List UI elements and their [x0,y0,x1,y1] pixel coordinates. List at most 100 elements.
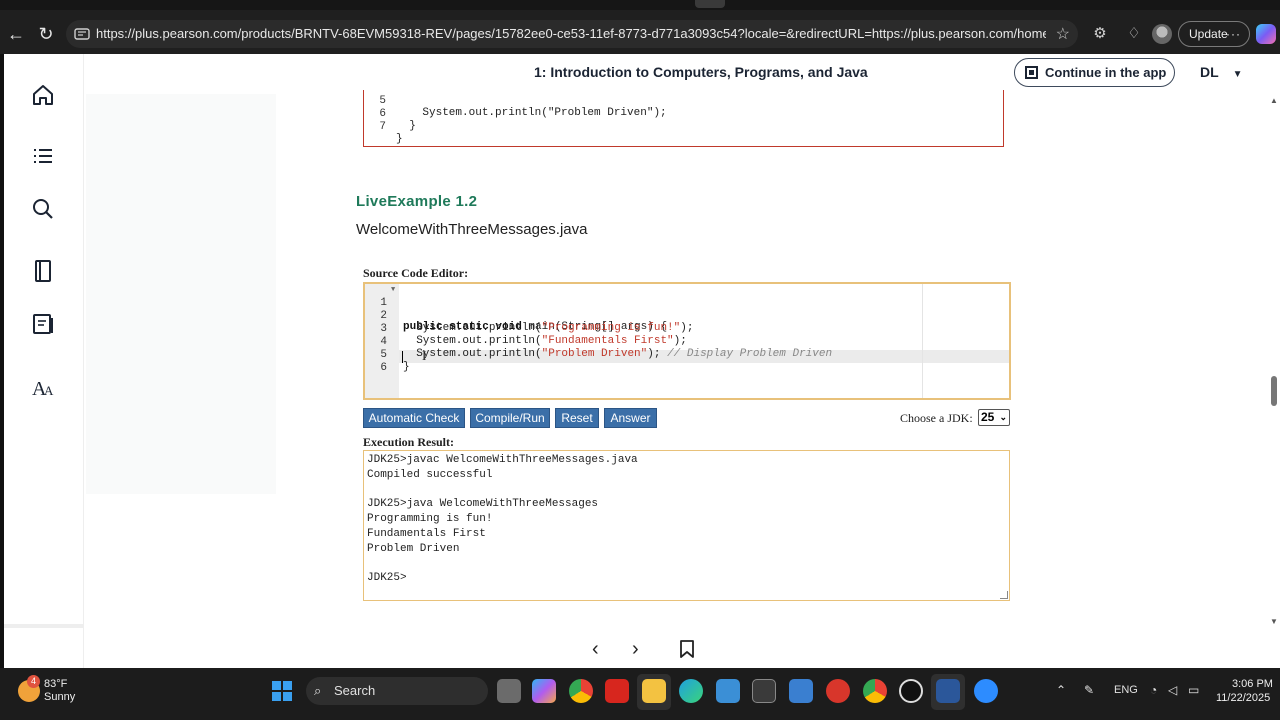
copilot-app-icon[interactable] [532,679,556,703]
more-menu-icon[interactable]: ··· [1226,22,1241,46]
browser-toolbar: ← ↻ https://plus.pearson.com/products/BR… [0,0,1280,54]
live-example-heading: LiveExample 1.2 [356,193,478,210]
task-view-icon[interactable] [497,679,521,703]
page-content: AA 1: Introduction to Computers, Program… [4,54,1280,668]
source-editor-label: Source Code Editor: [363,266,469,280]
output-line: JDK25> [367,572,407,584]
scroll-down-icon[interactable]: ▼ [1270,617,1278,626]
continue-label: Continue in the app [1045,65,1167,80]
site-info-icon[interactable] [74,26,90,42]
volume-icon[interactable]: ◁ [1168,683,1177,697]
previous-page-icon[interactable]: ‹ [592,638,599,661]
extensions-icon[interactable]: ⚙ [1090,24,1110,44]
notepad-icon[interactable] [789,679,813,703]
favorite-star-icon[interactable]: ☆ [1056,24,1070,44]
file-explorer-icon[interactable] [642,679,666,703]
windows-start-icon[interactable] [272,681,292,701]
code-line: 5 System.out.println("Problem Driven"); [364,83,666,119]
file-name: WelcomeWithThreeMessages.java [356,221,588,238]
weather-temperature[interactable]: 83°F [44,678,67,690]
edge-icon[interactable] [679,679,703,703]
url-text[interactable]: https://plus.pearson.com/products/BRNTV-… [96,26,1046,41]
page-header: 1: Introduction to Computers, Programs, … [84,54,1280,92]
show-hidden-icons-icon[interactable]: ⌃ [1056,683,1066,697]
search-label: Search [334,683,376,698]
pen-icon[interactable]: ✎ [1084,683,1094,697]
chatgpt-icon[interactable] [899,679,923,703]
clock-time[interactable]: 3:06 PM [1232,678,1273,690]
address-bar[interactable]: https://plus.pearson.com/products/BRNTV-… [66,20,1078,48]
automatic-check-button[interactable]: Automatic Check [363,408,465,428]
wifi-icon[interactable]: ◔ [1150,683,1157,697]
caret-down-icon: ▼ [1232,69,1243,80]
scroll-up-icon[interactable]: ▲ [1270,96,1278,105]
chrome-extension-app-icon[interactable] [826,679,850,703]
previous-code-listing: 5 System.out.println("Problem Driven"); … [363,90,1004,147]
code-line: 7 } [364,109,404,145]
scrollbar-thumb[interactable] [1271,376,1277,406]
browser-essentials-icon[interactable]: ♢ [1124,24,1144,44]
update-label: Update [1189,27,1228,41]
toc-panel-shadow [86,94,276,494]
terminal-icon[interactable] [752,679,776,703]
bookmark-icon[interactable] [680,640,694,658]
fold-toggle-icon[interactable]: ▼ [391,286,395,294]
refresh-icon[interactable]: ↻ [34,22,58,46]
update-button[interactable]: Update ··· [1178,21,1250,47]
battery-icon[interactable]: ▭ [1188,683,1199,697]
continue-in-app-button[interactable]: Continue in the app [1014,58,1175,87]
table-of-contents-icon[interactable] [28,141,58,171]
weather-badge: 4 [27,675,40,688]
editor-line[interactable]: 6 [365,350,1011,374]
editor-line[interactable]: 4 System.out.println("Problem Driven"); … [365,324,1011,360]
resize-grip-icon[interactable] [1000,591,1008,599]
line-number: 7 [379,121,386,133]
display-settings-icon[interactable]: AA [28,372,58,402]
output-line: Fundamentals First [367,528,486,540]
profile-avatar[interactable] [1152,24,1172,44]
chapter-title: 1: Introduction to Computers, Programs, … [534,64,868,80]
reset-button[interactable]: Reset [555,408,599,428]
code-line: 6 } [364,96,415,132]
flashcards-icon[interactable] [28,309,58,339]
compile-run-button[interactable]: Compile/Run [470,408,550,428]
word-icon[interactable] [936,679,960,703]
editor-line[interactable]: 1 ▼ public static void main(String[] arg… [365,285,1011,333]
output-line: JDK25>java WelcomeWithThreeMessages [367,498,599,510]
zoom-icon[interactable] [974,679,998,703]
page-scrollbar[interactable]: ▲ ▼ [1268,94,1280,668]
search-icon[interactable] [28,194,58,224]
editor-line[interactable]: 5 } [365,337,1011,373]
jdk-select[interactable]: 25 ⌄ [978,409,1010,426]
chrome-profile-icon[interactable] [863,679,887,703]
user-initials: DL [1200,64,1219,80]
left-navigation: AA [4,54,84,668]
chrome-icon[interactable] [569,679,593,703]
execution-result-output[interactable]: JDK25>javac WelcomeWithThreeMessages.jav… [363,450,1010,601]
next-page-icon[interactable]: › [632,638,639,661]
tab-strip [0,0,1280,10]
tab-handle[interactable] [695,0,725,8]
answer-button[interactable]: Answer [604,408,657,428]
source-code-editor[interactable]: 1 ▼ public static void main(String[] arg… [363,282,1011,400]
svg-text:A: A [44,383,54,398]
windows-taskbar: 4 83°F Sunny ⌕ Search ⌃ ✎ ENG ◔ ◁ ▭ 3:06 … [0,668,1280,720]
taskbar-search[interactable]: ⌕ Search [306,677,488,705]
clock-date[interactable]: 11/22/2025 [1216,692,1270,704]
code-text: } [396,133,403,145]
back-icon[interactable]: ← [4,22,28,46]
editor-line[interactable]: 3 System.out.println("Fundamentals First… [365,311,1011,347]
jdk-value: 25 [981,410,995,424]
home-icon[interactable] [28,80,58,110]
output-line: Programming is fun! [367,513,493,525]
output-line: JDK25>javac WelcomeWithThreeMessages.jav… [367,454,638,466]
notebook-icon[interactable] [28,256,58,286]
paint-app-icon[interactable] [716,679,740,703]
acrobat-icon[interactable] [605,679,629,703]
language-indicator[interactable]: ENG [1114,684,1138,696]
user-menu[interactable]: DL ▼ [1200,64,1243,80]
copilot-icon[interactable] [1256,24,1276,44]
line-number: 6 [380,362,387,374]
editor-line[interactable]: 2 System.out.println("Programming is fun… [365,298,1011,334]
weather-condition[interactable]: Sunny [44,691,75,703]
